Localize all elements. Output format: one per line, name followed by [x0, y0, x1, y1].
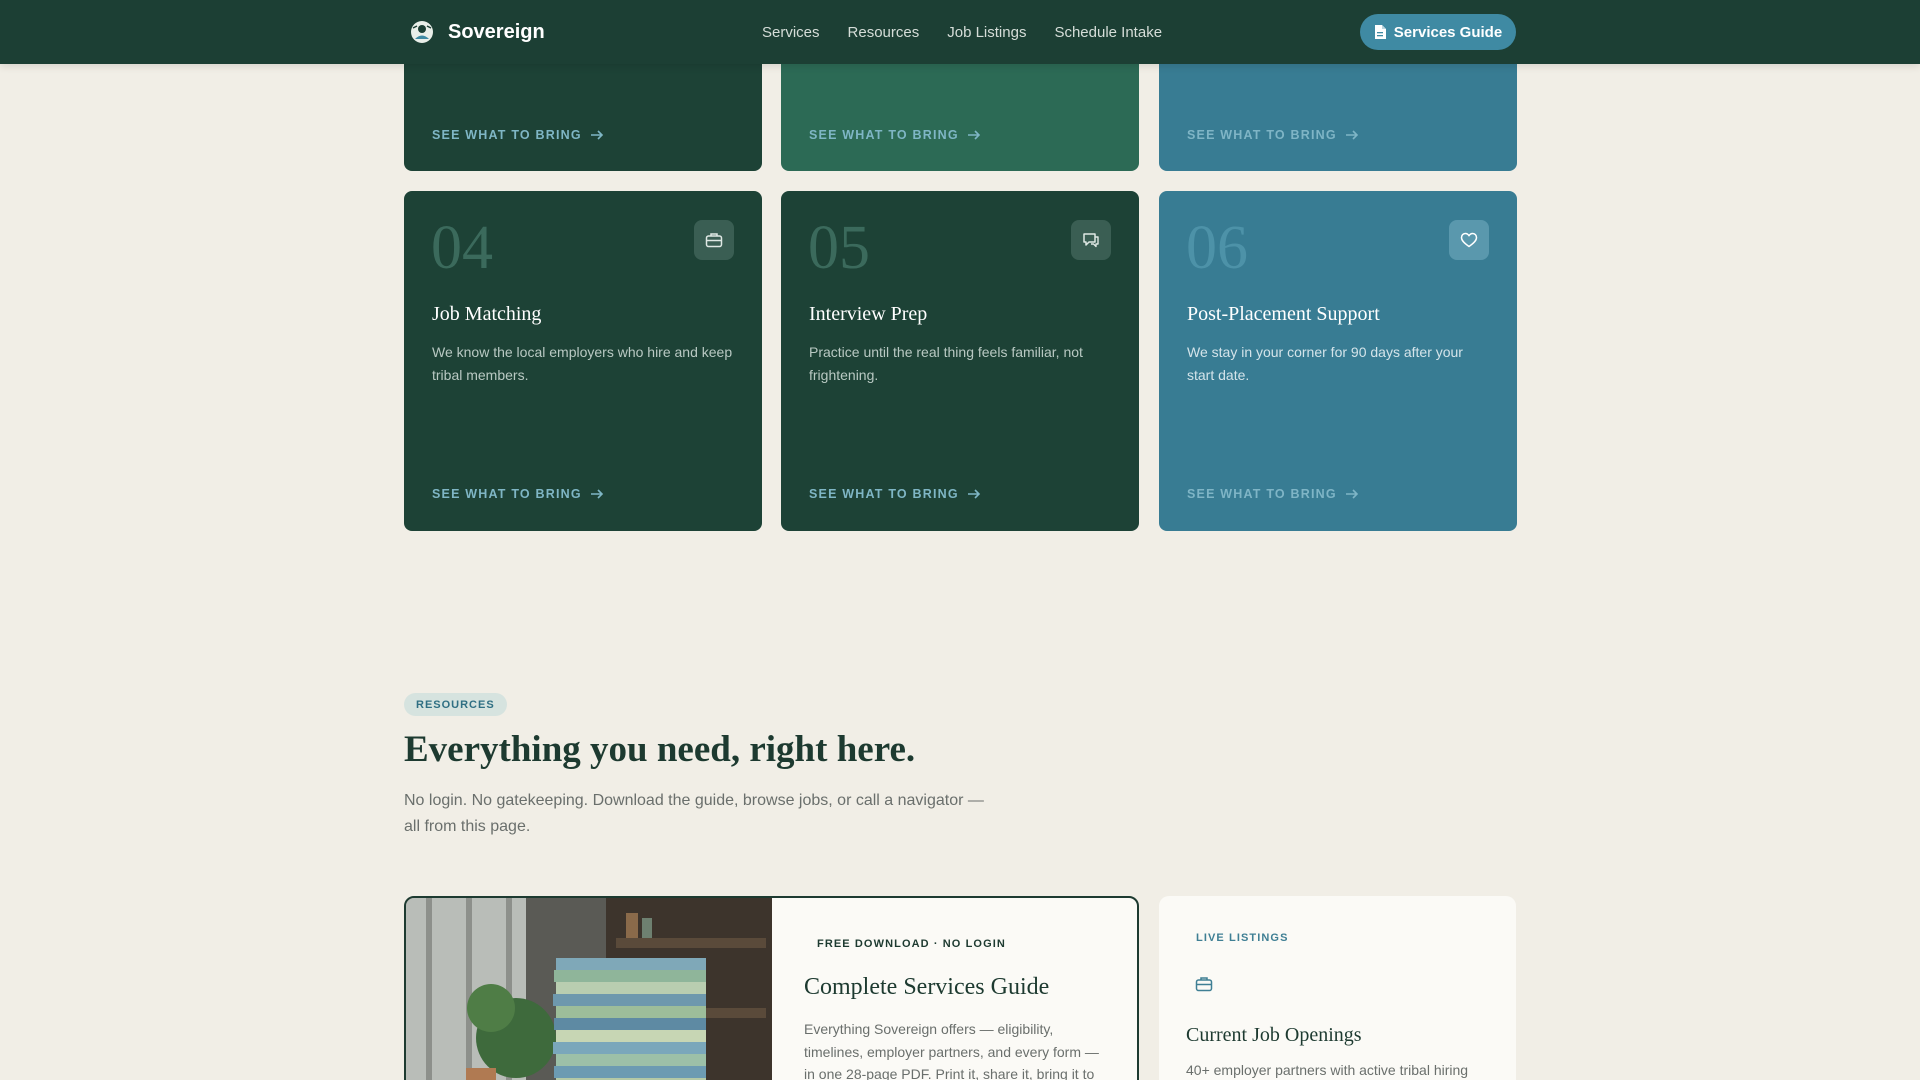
service-card-3: SEE WHAT TO BRING [1159, 52, 1517, 171]
nav-link-resources[interactable]: Resources [848, 24, 920, 41]
see-what-to-bring-link[interactable]: SEE WHAT TO BRING [432, 487, 604, 501]
jobs-title: Current Job Openings [1186, 1024, 1362, 1046]
see-what-to-bring-link[interactable]: SEE WHAT TO BRING [1187, 487, 1359, 501]
card-description: We know the local employers who hire and… [432, 344, 733, 383]
guide-books-image [406, 898, 772, 1080]
briefcase-icon [1195, 977, 1213, 992]
heart-icon[interactable] [1449, 220, 1489, 260]
jobs-tag: LIVE LISTINGS [1196, 932, 1289, 944]
services-guide-card[interactable]: FREE DOWNLOAD · NO LOGIN Complete Servic… [404, 896, 1139, 1080]
nav-links: Services Resources Job Listings Schedule… [762, 0, 1162, 64]
section-title: Everything you need, right here. [404, 729, 916, 770]
nav-link-schedule-intake[interactable]: Schedule Intake [1054, 24, 1162, 41]
see-what-to-bring-link[interactable]: SEE WHAT TO BRING [432, 128, 604, 142]
brand-name: Sovereign [448, 20, 545, 43]
card-description: Practice until the real thing feels fami… [809, 344, 1083, 383]
brand[interactable]: Sovereign [410, 0, 545, 64]
guide-description: Everything Sovereign offers — eligibilit… [804, 1021, 1099, 1080]
service-card-post-placement: 06 Post-Placement Support We stay in you… [1159, 191, 1517, 531]
see-what-to-bring-link[interactable]: SEE WHAT TO BRING [809, 128, 981, 142]
book-stack [553, 958, 706, 1080]
section-description: No login. No gatekeeping. Download the g… [404, 792, 984, 835]
see-what-to-bring-link[interactable]: SEE WHAT TO BRING [1187, 128, 1359, 142]
nav-link-services[interactable]: Services [762, 24, 820, 41]
service-card-1: SEE WHAT TO BRING [404, 52, 762, 171]
services-guide-label: Services Guide [1393, 23, 1503, 41]
guide-tag: FREE DOWNLOAD · NO LOGIN [817, 938, 1006, 950]
arrow-right-icon [1345, 489, 1358, 499]
arrow-right-icon [590, 489, 603, 499]
card-title: Job Matching [432, 303, 542, 325]
card-description: We stay in your corner for 90 days after… [1187, 344, 1463, 383]
service-card-2: SEE WHAT TO BRING [781, 52, 1139, 171]
jobs-description: 40+ employer partners with active tribal… [1186, 1062, 1469, 1078]
arrow-right-icon [967, 489, 980, 499]
services-guide-button[interactable]: Services Guide [1360, 14, 1516, 50]
top-nav: Sovereign Services Resources Job Listing… [0, 0, 1920, 64]
document-icon [1374, 25, 1386, 39]
arrow-right-icon [1345, 130, 1358, 140]
guide-title: Complete Services Guide [804, 974, 1050, 1000]
service-card-interview-prep: 05 Interview Prep Practice until the rea… [781, 191, 1139, 531]
card-number: 06 [1186, 214, 1248, 282]
card-number: 05 [808, 214, 870, 282]
arrow-right-icon [590, 130, 603, 140]
arrow-right-icon [967, 130, 980, 140]
see-what-to-bring-link[interactable]: SEE WHAT TO BRING [809, 487, 981, 501]
card-title: Post-Placement Support [1187, 303, 1380, 325]
resources-badge: RESOURCES [404, 693, 507, 716]
service-card-job-matching: 04 Job Matching We know the local employ… [404, 191, 762, 531]
job-openings-card[interactable]: LIVE LISTINGS Current Job Openings 40+ e… [1159, 896, 1516, 1080]
card-number: 04 [431, 214, 493, 282]
chat-icon[interactable] [1071, 220, 1111, 260]
brand-logo-icon [411, 21, 433, 43]
nav-link-job-listings[interactable]: Job Listings [947, 24, 1026, 41]
briefcase-icon[interactable] [694, 220, 734, 260]
card-title: Interview Prep [809, 303, 928, 325]
